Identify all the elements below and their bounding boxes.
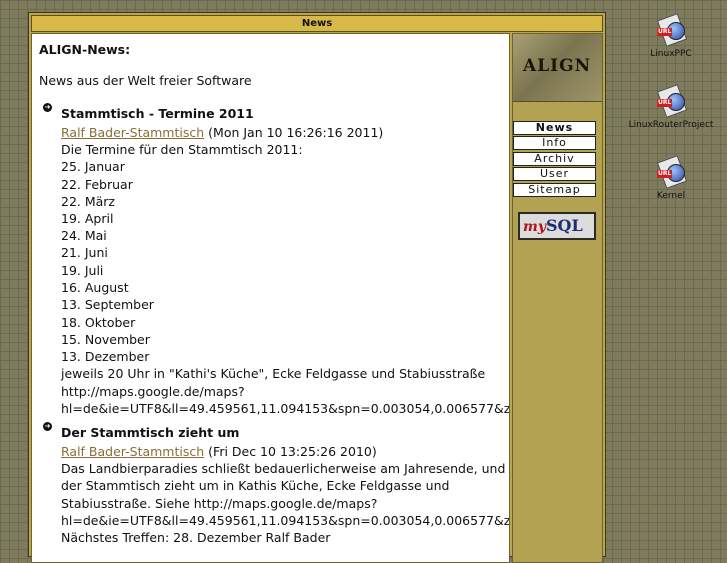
article-line: 13. September bbox=[61, 297, 154, 312]
page-heading: ALIGN-News: bbox=[39, 42, 131, 57]
nav-sitemap[interactable]: Sitemap bbox=[513, 183, 596, 197]
article-line: 19. April bbox=[61, 211, 114, 226]
mysql-badge[interactable]: mySQL bbox=[518, 212, 596, 240]
nav-news[interactable]: News bbox=[513, 121, 596, 135]
desktop-icon-kernel[interactable]: URL Kernel bbox=[616, 155, 726, 201]
article-line: 22. März bbox=[61, 194, 115, 209]
article-line: Nächstes Treffen: 28. Dezember Ralf Bade… bbox=[61, 530, 331, 545]
article-line: 22. Februar bbox=[61, 177, 133, 192]
article-line: Stabiusstraße. Siehe http://maps.google.… bbox=[61, 496, 378, 511]
article-meta: Ralf Bader-Stammtisch (Mon Jan 10 16:26:… bbox=[61, 125, 383, 140]
article-line: Die Termine für den Stammtisch 2011: bbox=[61, 142, 303, 157]
url-file-icon: URL bbox=[656, 155, 688, 189]
mysql-sql: SQL bbox=[545, 216, 583, 235]
article-line: 25. Januar bbox=[61, 159, 125, 174]
sidebar: ALIGN News Info Archiv User Sitemap mySQ… bbox=[512, 33, 603, 563]
desktop-icon-linuxppc[interactable]: URL LinuxPPC bbox=[616, 13, 726, 59]
news-window: News ALIGN-News: News aus der Welt freie… bbox=[28, 12, 606, 563]
article-line: 13. Dezember bbox=[61, 349, 150, 364]
article-line: 18. Oktober bbox=[61, 315, 136, 330]
article-title: Stammtisch - Termine 2011 bbox=[61, 106, 254, 121]
align-logo[interactable]: ALIGN bbox=[513, 34, 602, 102]
article-line: hl=de&ie=UTF8&ll=49.459561,11.094153&spn… bbox=[61, 401, 510, 416]
logo-text: ALIGN bbox=[523, 56, 592, 76]
bullet-icon: ➜ bbox=[43, 103, 52, 112]
author-link[interactable]: Ralf Bader-Stammtisch bbox=[61, 444, 204, 459]
url-file-icon: URL bbox=[656, 13, 688, 47]
article-line: der Stammtisch zieht um in Kathis Küche,… bbox=[61, 478, 450, 493]
bullet-icon: ➜ bbox=[43, 422, 52, 431]
article-line: 24. Mai bbox=[61, 228, 107, 243]
article-line: Das Landbierparadies schließt bedauerlic… bbox=[61, 461, 506, 476]
article-date: (Mon Jan 10 16:26:16 2011) bbox=[208, 125, 384, 140]
article-line: 19. Juli bbox=[61, 263, 104, 278]
news-content: ALIGN-News: News aus der Welt freier Sof… bbox=[31, 33, 510, 563]
author-link[interactable]: Ralf Bader-Stammtisch bbox=[61, 125, 204, 140]
article-line: 15. November bbox=[61, 332, 150, 347]
nav-info[interactable]: Info bbox=[513, 136, 596, 150]
article-line: 16. August bbox=[61, 280, 129, 295]
article-line: hl=de&ie=UTF8&ll=49.459561,11.094153&spn… bbox=[61, 513, 510, 528]
url-file-icon: URL bbox=[656, 84, 688, 118]
desktop-icon-label: Kernel bbox=[656, 191, 686, 201]
nav-archiv[interactable]: Archiv bbox=[513, 152, 596, 166]
article-line: 21. Juni bbox=[61, 245, 108, 260]
intro-text: News aus der Welt freier Software bbox=[39, 73, 252, 88]
nav-user[interactable]: User bbox=[513, 167, 596, 181]
article-date: (Fri Dec 10 13:25:26 2010) bbox=[208, 444, 377, 459]
mysql-my: my bbox=[523, 219, 546, 235]
desktop-icon-linuxrouterproject[interactable]: URL LinuxRouterProject bbox=[616, 84, 726, 130]
window-title: News bbox=[31, 15, 603, 32]
article-title: Der Stammtisch zieht um bbox=[61, 425, 240, 440]
desktop-icon-label: LinuxRouterProject bbox=[628, 120, 714, 130]
article-line: jeweils 20 Uhr in "Kathi's Küche", Ecke … bbox=[61, 366, 486, 381]
desktop-icon-label: LinuxPPC bbox=[650, 49, 692, 59]
article-meta: Ralf Bader-Stammtisch (Fri Dec 10 13:25:… bbox=[61, 444, 377, 459]
article-line: http://maps.google.de/maps? bbox=[61, 384, 245, 399]
